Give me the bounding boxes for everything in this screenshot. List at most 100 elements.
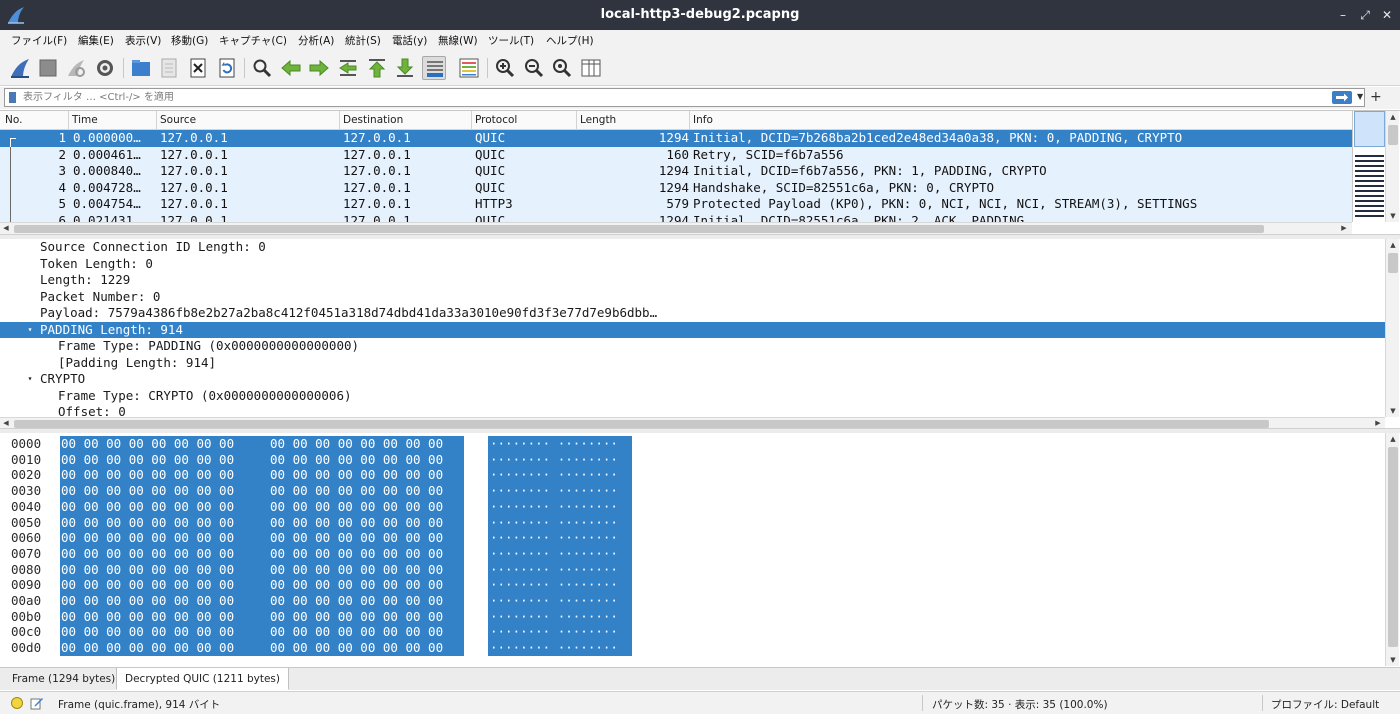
menu-go[interactable]: 移動(G) (171, 33, 208, 48)
hex-dump-row[interactable]: 0000 00 00 00 00 00 00 00 00 00 00 00 00 0… (0, 436, 1385, 452)
hex-offset: 00c0 (11, 624, 42, 640)
colorize-icon[interactable] (457, 56, 481, 80)
find-packet-icon[interactable] (250, 56, 274, 80)
restart-capture-icon[interactable] (64, 56, 88, 80)
hex-dump-row[interactable]: 0020 00 00 00 00 00 00 00 00 00 00 00 00 0… (0, 467, 1385, 484)
details-vscrollbar[interactable]: ▲ ▼ (1385, 239, 1399, 417)
hex-dump-row[interactable]: 00a0 00 00 00 00 00 00 00 00 00 00 00 00 0… (0, 593, 1385, 609)
go-back-icon[interactable] (279, 56, 303, 80)
menu-statistics[interactable]: 統計(S) (345, 33, 381, 48)
ascii-bytes: ········ ········ (488, 498, 632, 515)
apply-filter-button[interactable] (1332, 91, 1352, 104)
zoom-out-icon[interactable] (522, 56, 546, 80)
hex-dump-row[interactable]: 0010 00 00 00 00 00 00 00 00 00 00 00 00 0… (0, 451, 1385, 468)
go-forward-icon[interactable] (307, 56, 331, 80)
column-header-time[interactable]: Time (72, 114, 98, 126)
menu-wireless[interactable]: 無線(W) (438, 33, 478, 48)
menu-analyze[interactable]: 分析(A) (298, 33, 334, 48)
hex-bytes-second-half: 00 00 00 00 00 00 00 00 (254, 530, 464, 546)
expert-info-led-icon[interactable] (11, 697, 23, 709)
detail-tree-item[interactable]: Length: 1229 (0, 272, 1385, 289)
menu-edit[interactable]: 編集(E) (78, 33, 114, 48)
add-filter-button-icon[interactable]: + (1370, 89, 1382, 105)
hex-bytes-second-half: 00 00 00 00 00 00 00 00 (254, 608, 464, 625)
stop-capture-icon[interactable] (36, 56, 60, 80)
open-file-icon[interactable] (129, 56, 153, 80)
hex-dump-row[interactable]: 0070 00 00 00 00 00 00 00 00 00 00 00 00 0… (0, 545, 1385, 562)
menu-telephony[interactable]: 電話(y) (392, 33, 427, 48)
hex-offset: 0000 (11, 436, 42, 451)
maximize-button[interactable]: ⤢ (1356, 6, 1374, 24)
tab-frame-bytes[interactable]: Frame (1294 bytes) (4, 668, 123, 690)
hex-dump-row[interactable]: 0080 00 00 00 00 00 00 00 00 00 00 00 00 0… (0, 561, 1385, 578)
menu-help[interactable]: ヘルプ(H) (546, 33, 594, 48)
packet-cell-source: 127.0.0.1 (160, 163, 228, 178)
packet-row[interactable]: 6 0.021431… 127.0.0.1 127.0.0.1 QUIC 1294 Init… (0, 212, 1352, 223)
menu-capture[interactable]: キャプチャ(C) (219, 33, 287, 48)
detail-tree-item[interactable]: Packet Number: 0 (0, 289, 1385, 306)
column-header-source[interactable]: Source (160, 114, 196, 126)
column-header-info[interactable]: Info (693, 114, 713, 126)
packet-row[interactable]: 4 0.004728… 127.0.0.1 127.0.0.1 QUIC 1294 Hand… (0, 179, 1352, 197)
display-filter-input[interactable] (23, 90, 1313, 105)
detail-tree-item[interactable]: Payload: 7579a4386fb8e2b27a2ba8c412f0451… (0, 305, 1385, 322)
packet-minimap[interactable] (1352, 111, 1385, 222)
expand-arrow-icon[interactable]: ▾ (24, 322, 36, 339)
column-header-destination[interactable]: Destination (343, 114, 403, 126)
packet-list-hscrollbar[interactable]: ◀ ▶ (0, 222, 1352, 234)
zoom-normal-icon[interactable] (550, 56, 574, 80)
tab-decrypted-quic-bytes[interactable]: Decrypted QUIC (1211 bytes) (116, 668, 289, 690)
go-to-packet-icon[interactable] (336, 56, 360, 80)
menu-file[interactable]: ファイル(F) (11, 33, 67, 48)
capture-options-icon[interactable] (93, 56, 117, 80)
status-profile[interactable]: プロファイル: Default (1271, 697, 1379, 712)
go-first-packet-icon[interactable] (365, 56, 389, 80)
detail-tree-item[interactable]: Frame Type: PADDING (0x0000000000000000) (0, 338, 1385, 355)
packet-row[interactable]: 5 0.004754… 127.0.0.1 127.0.0.1 HTTP3 579 Prot… (0, 196, 1352, 213)
packet-row[interactable]: 1 0.000000… 127.0.0.1 127.0.0.1 QUIC 1294 Init… (0, 130, 1352, 147)
bytes-vscrollbar[interactable]: ▲ ▼ (1385, 433, 1399, 666)
detail-tree-item[interactable]: Source Connection ID Length: 0 (0, 239, 1385, 256)
packet-row[interactable]: 2 0.000461… 127.0.0.1 127.0.0.1 QUIC 160 Retry… (0, 146, 1352, 164)
packet-list-vscrollbar[interactable]: ▲ ▼ (1385, 111, 1399, 222)
hex-dump-row[interactable]: 00d0 00 00 00 00 00 00 00 00 00 00 00 00 0… (0, 640, 1385, 656)
column-header-protocol[interactable]: Protocol (475, 114, 517, 126)
close-file-icon[interactable] (186, 56, 210, 80)
hex-offset: 0090 (11, 577, 42, 593)
close-window-button[interactable]: ✕ (1378, 6, 1396, 24)
hex-dump-row[interactable]: 00b0 00 00 00 00 00 00 00 00 00 00 00 00 0… (0, 608, 1385, 625)
detail-tree-item[interactable]: ▾ CRYPTO (0, 371, 1385, 388)
packet-row[interactable]: 3 0.000840… 127.0.0.1 127.0.0.1 QUIC 1294 Init… (0, 163, 1352, 180)
go-last-packet-icon[interactable] (393, 56, 417, 80)
shark-fin-start-icon[interactable] (8, 56, 32, 80)
bookmark-icon[interactable] (9, 92, 16, 103)
edit-comment-icon[interactable] (30, 696, 44, 710)
hex-bytes-first-half: 00 00 00 00 00 00 00 00 (60, 624, 254, 641)
minimize-button[interactable]: – (1334, 6, 1352, 24)
autoscroll-icon[interactable] (422, 56, 446, 80)
detail-tree-item[interactable]: [Padding Length: 914] (0, 355, 1385, 372)
filter-history-dropdown-icon[interactable]: ▼ (1357, 92, 1363, 101)
column-header-length[interactable]: Length (580, 114, 616, 126)
hex-dump-row[interactable]: 0040 00 00 00 00 00 00 00 00 00 00 00 00 0… (0, 498, 1385, 515)
detail-tree-item[interactable]: Token Length: 0 (0, 256, 1385, 273)
save-file-icon[interactable] (157, 56, 181, 80)
expand-arrow-icon[interactable]: ▾ (24, 371, 36, 388)
hex-dump-row[interactable]: 0060 00 00 00 00 00 00 00 00 00 00 00 00 0… (0, 530, 1385, 546)
column-header-no[interactable]: No. (5, 114, 22, 126)
packet-rows: 1 0.000000… 127.0.0.1 127.0.0.1 QUIC 1294 Init… (0, 130, 1352, 222)
menu-tools[interactable]: ツール(T) (488, 33, 534, 48)
resize-columns-icon[interactable] (579, 56, 603, 80)
zoom-in-icon[interactable] (493, 56, 517, 80)
hex-dump-row[interactable]: 0090 00 00 00 00 00 00 00 00 00 00 00 00 0… (0, 577, 1385, 593)
ascii-bytes: ········ ········ (488, 593, 632, 609)
packet-cell-time: 0.000461… (73, 146, 141, 162)
packet-cell-source: 127.0.0.1 (160, 212, 228, 223)
detail-tree-item[interactable]: ▾ PADDING Length: 914 (0, 321, 1385, 339)
detail-tree-item[interactable]: Frame Type: CRYPTO (0x0000000000000006) (0, 388, 1385, 405)
hex-dump-row[interactable]: 00c0 00 00 00 00 00 00 00 00 00 00 00 00 0… (0, 624, 1385, 641)
menu-view[interactable]: 表示(V) (125, 33, 161, 48)
hex-dump-row[interactable]: 0050 00 00 00 00 00 00 00 00 00 00 00 00 0… (0, 514, 1385, 531)
reload-file-icon[interactable] (215, 56, 239, 80)
hex-dump-row[interactable]: 0030 00 00 00 00 00 00 00 00 00 00 00 00 0… (0, 483, 1385, 499)
